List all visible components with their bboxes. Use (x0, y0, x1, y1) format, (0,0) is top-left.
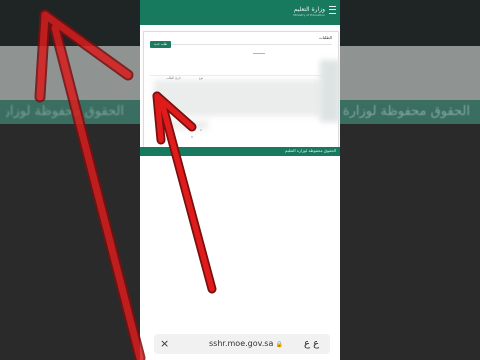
red-arrow-overlay (34, 9, 217, 360)
main-arrow (152, 91, 217, 294)
background-arrow (34, 9, 146, 360)
